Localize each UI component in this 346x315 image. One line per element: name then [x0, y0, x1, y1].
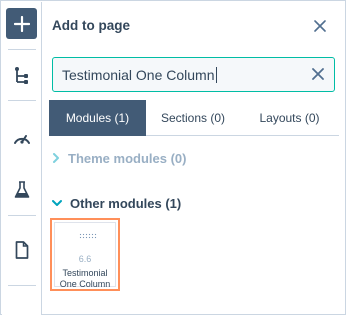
other-modules-label: Other modules (1) — [70, 195, 182, 211]
theme-modules-label: Theme modules (0) — [68, 150, 187, 166]
search-input[interactable]: Testimonial One Column — [52, 57, 335, 92]
module-version: 6.6 — [78, 254, 92, 264]
module-name: Testimonial One Column — [55, 268, 115, 290]
close-icon — [314, 20, 326, 32]
add-to-page-window: Add to page Testimonial One Column Modul… — [0, 0, 346, 315]
plus-icon — [13, 15, 30, 32]
module-card[interactable]: 6.6 Testimonial One Column — [50, 218, 120, 291]
tab-layouts[interactable]: Layouts (0) — [240, 100, 339, 136]
add-button[interactable] — [6, 8, 37, 39]
close-button[interactable] — [312, 18, 328, 34]
theme-modules-toggle[interactable]: Theme modules (0) — [52, 148, 186, 168]
clear-search-button[interactable] — [310, 66, 326, 82]
module-name-line: Testimonial — [62, 268, 108, 278]
tree-structure-icon — [15, 67, 28, 84]
clear-icon — [312, 68, 324, 80]
page-settings-button[interactable] — [10, 238, 34, 262]
drag-handle-icon — [79, 233, 97, 239]
test-button[interactable] — [10, 178, 34, 202]
panel-title: Add to page — [52, 18, 130, 33]
optimize-button[interactable] — [10, 126, 34, 150]
rail-divider — [8, 285, 36, 286]
chevron-right-icon — [53, 153, 59, 163]
flask-icon — [14, 181, 30, 198]
module-card-body: 6.6 Testimonial One Column — [54, 222, 116, 290]
rail-divider — [8, 49, 36, 50]
left-rail — [2, 2, 42, 315]
content-tabs: Modules (1) Sections (0) Layouts (0) — [49, 100, 339, 136]
module-name-line: One Column — [59, 279, 111, 289]
rail-divider — [8, 215, 36, 216]
chevron-down-icon — [52, 200, 62, 206]
tab-modules[interactable]: Modules (1) — [49, 100, 146, 136]
rail-divider — [8, 100, 36, 101]
search-value: Testimonial One Column — [62, 67, 217, 83]
page-icon — [15, 241, 29, 259]
other-modules-toggle[interactable]: Other modules (1) — [52, 193, 181, 213]
tab-sections[interactable]: Sections (0) — [146, 100, 240, 136]
gauge-icon — [14, 135, 30, 144]
structure-button[interactable] — [10, 64, 34, 88]
